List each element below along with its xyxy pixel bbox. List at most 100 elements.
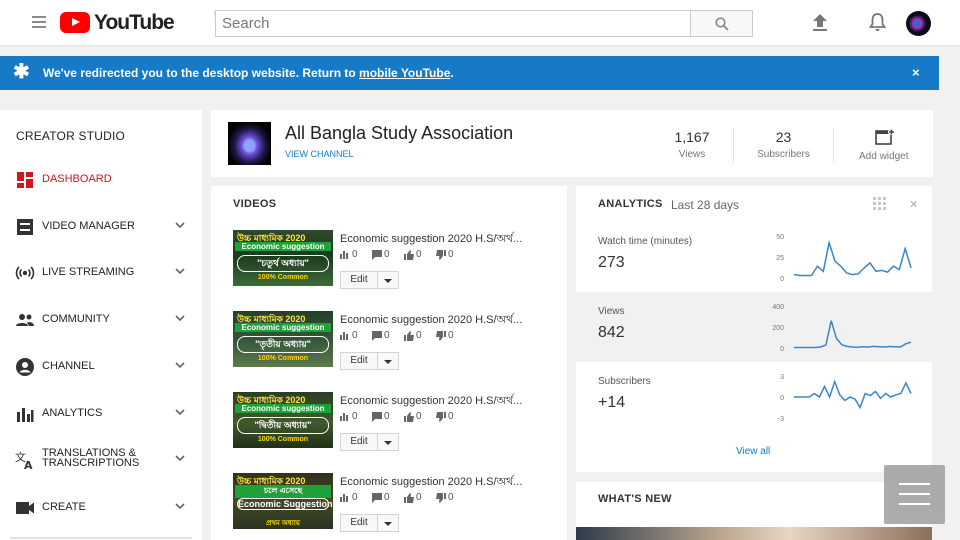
sidebar-item-translations[interactable]: 文A TRANSLATIONS & TRANSCRIPTIONS	[0, 444, 202, 474]
video-thumbnail[interactable]: উচ্চ মাধ্যমিক 2020 চলে এসেছে Economic Sugg…	[233, 473, 333, 529]
sidebar-item-channel[interactable]: CHANNEL	[0, 351, 202, 381]
drag-handle-icon[interactable]	[873, 197, 886, 210]
analytics-metric[interactable]: Watch time (minutes) 273 50 25 0	[576, 222, 932, 292]
channel-name: All Bangla Study Association	[285, 123, 514, 143]
edit-button[interactable]: Edit	[340, 433, 378, 451]
thumbs-up-icon	[404, 412, 414, 422]
chevron-down-icon[interactable]	[174, 453, 186, 463]
video-thumbnail[interactable]: উচ্চ মাধ্যমিক 2020 Economic suggestion "তৃ…	[233, 311, 333, 367]
upload-icon[interactable]	[811, 13, 829, 32]
chevron-down-icon[interactable]	[174, 313, 186, 323]
tick-label: 400	[772, 304, 784, 311]
view-all-link[interactable]: View all	[736, 446, 770, 457]
bell-icon[interactable]	[868, 12, 887, 32]
thumbs-up-icon	[404, 331, 414, 341]
video-row[interactable]: উচ্চ মাধ্যমিক 2020 Economic suggestion "দ্…	[233, 392, 553, 462]
analytics-title: ANALYTICS	[598, 198, 663, 210]
metric-label: Views	[598, 306, 625, 317]
dislikes-count: 0	[448, 492, 454, 503]
metric-value: +14	[598, 394, 626, 411]
search-input[interactable]: Search	[215, 10, 691, 37]
comments-count: 0	[384, 330, 390, 341]
video-title[interactable]: Economic suggestion 2020 H.S/অর্থ...	[340, 230, 522, 249]
sidebar-item-live-streaming[interactable]: LIVE STREAMING	[0, 257, 202, 287]
create-icon	[16, 502, 34, 514]
menu-bar	[899, 503, 930, 505]
edit-dropdown-button[interactable]	[377, 433, 399, 451]
whats-new-card: WHAT'S NEW	[576, 482, 932, 540]
creator-studio-sidebar: CREATOR STUDIO DASHBOARD VIDEO MANAGER L…	[0, 110, 202, 540]
edit-dropdown-button[interactable]	[377, 514, 399, 532]
chevron-down-icon[interactable]	[174, 220, 186, 230]
sidebar-item-label: COMMUNITY	[42, 313, 110, 325]
menu-bar	[899, 493, 930, 495]
video-thumbnail[interactable]: উচ্চ মাধ্যমিক 2020 Economic suggestion "দ্…	[233, 392, 333, 448]
video-title[interactable]: Economic suggestion 2020 H.S/অর্থ...	[340, 473, 522, 492]
thumbnail-text: Economic Suggestion	[237, 498, 333, 510]
video-title[interactable]: Economic suggestion 2020 H.S/অর্থ...	[340, 311, 522, 330]
masthead: YouTube IN Search	[0, 0, 960, 46]
views-count: 0	[352, 411, 358, 422]
edit-dropdown-button[interactable]	[377, 271, 399, 289]
edit-button[interactable]: Edit	[340, 352, 378, 370]
view-channel-link[interactable]: VIEW CHANNEL	[285, 149, 354, 159]
tick-label: 25	[776, 255, 784, 262]
thumbnail-text: Economic suggestion	[235, 323, 331, 332]
likes-count: 0	[416, 411, 422, 422]
close-icon[interactable]: ✕	[909, 198, 918, 211]
mobile-youtube-link[interactable]: mobile YouTube	[359, 66, 450, 80]
chevron-down-icon[interactable]	[174, 360, 186, 370]
edit-dropdown-button[interactable]	[377, 352, 399, 370]
analytics-icon	[17, 408, 34, 422]
whats-new-image[interactable]	[576, 527, 932, 540]
floating-menu-button[interactable]	[884, 465, 945, 524]
views-stat: 1,167 Views	[667, 129, 717, 160]
add-widget-label[interactable]: Add widget	[859, 151, 908, 162]
video-title[interactable]: Economic suggestion 2020 H.S/অর্থ...	[340, 392, 522, 411]
dislikes-count: 0	[448, 411, 454, 422]
avatar[interactable]	[906, 11, 931, 36]
close-icon[interactable]: ×	[912, 65, 920, 80]
analytics-card: ANALYTICS Last 28 days ✕ Watch time (min…	[576, 186, 932, 472]
views-icon	[340, 251, 348, 259]
menu-icon[interactable]	[32, 16, 46, 28]
chevron-down-icon[interactable]	[174, 407, 186, 417]
sidebar-item-label: VIDEO MANAGER	[42, 220, 135, 232]
search-button[interactable]	[690, 10, 753, 37]
sparkline-series	[793, 239, 912, 277]
sidebar-divider	[10, 537, 192, 539]
sidebar-item-analytics[interactable]: ANALYTICS	[0, 398, 202, 428]
tick-label: 200	[772, 325, 784, 332]
likes-count: 0	[416, 249, 422, 260]
views-icon	[340, 413, 348, 421]
video-thumbnail[interactable]: উচ্চ মাধ্যমিক 2020 Economic suggestion "চত…	[233, 230, 333, 286]
video-row[interactable]: উচ্চ মাধ্যমিক 2020 Economic suggestion "চত…	[233, 230, 553, 300]
dislikes-count: 0	[448, 249, 454, 260]
whats-new-title: WHAT'S NEW	[598, 493, 672, 505]
sidebar-item-dashboard[interactable]: DASHBOARD	[0, 164, 202, 194]
edit-button[interactable]: Edit	[340, 271, 378, 289]
channel-thumbnail[interactable]	[228, 122, 271, 165]
metric-value: 842	[598, 324, 625, 341]
analytics-metric[interactable]: Views 842 400 200 0	[576, 292, 932, 362]
views-count: 0	[352, 249, 358, 260]
sidebar-item-video-manager[interactable]: VIDEO MANAGER	[0, 211, 202, 241]
add-widget-icon[interactable]	[875, 129, 895, 145]
svg-text:A: A	[24, 459, 33, 470]
video-row[interactable]: উচ্চ মাধ্যমিক 2020 চলে এসেছে Economic Sugg…	[233, 473, 553, 540]
chevron-down-icon[interactable]	[174, 266, 186, 276]
thumbnail-text: 100% Common	[257, 355, 309, 362]
sidebar-item-create[interactable]: CREATE	[0, 492, 202, 522]
search-icon	[715, 17, 729, 31]
likes-count: 0	[416, 492, 422, 503]
thumbnail-text: 100% Common	[257, 274, 309, 281]
thumbs-up-icon	[404, 493, 414, 503]
sidebar-item-community[interactable]: COMMUNITY	[0, 304, 202, 334]
comment-icon	[372, 493, 382, 503]
video-manager-icon	[17, 219, 33, 235]
edit-button[interactable]: Edit	[340, 514, 378, 532]
thumbnail-text: 100% Common	[257, 436, 309, 443]
chevron-down-icon[interactable]	[174, 501, 186, 511]
analytics-metric[interactable]: Subscribers +14 3 0 -3	[576, 362, 932, 432]
video-row[interactable]: উচ্চ মাধ্যমিক 2020 Economic suggestion "তৃ…	[233, 311, 553, 381]
